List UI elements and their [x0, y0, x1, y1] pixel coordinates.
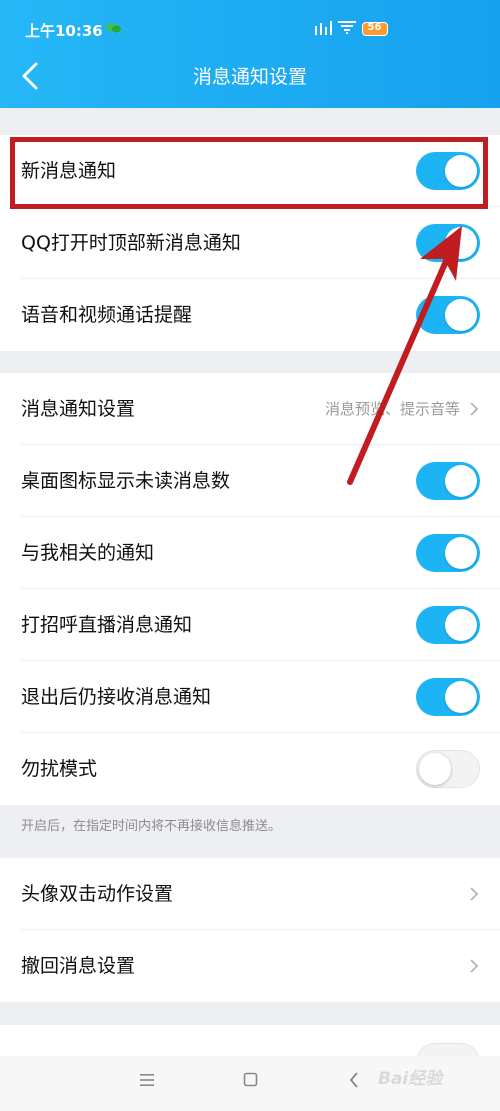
setting-row-notify-settings[interactable]: 消息通知设置 消息预览、提示音等 — [0, 373, 500, 445]
top-banner-toggle[interactable] — [416, 224, 480, 262]
notification-group-3: 头像双击动作设置 撤回消息设置 — [0, 858, 500, 1002]
badge-count-toggle[interactable] — [416, 462, 480, 500]
setting-label: 撤回消息设置 — [21, 955, 136, 977]
related-notify-toggle[interactable] — [416, 534, 480, 572]
page-title: 消息通知设置 — [192, 66, 307, 88]
setting-row-call-reminder: 语音和视频通话提醒 — [0, 279, 500, 351]
watermark: Bai经验 — [378, 1069, 443, 1089]
chevron-right-icon — [470, 887, 479, 901]
notification-group-2: 消息通知设置 消息预览、提示音等 桌面图标显示未读消息数 与我相关的通知 打招呼… — [0, 373, 500, 805]
setting-label: QQ打开时顶部新消息通知 — [21, 232, 241, 254]
setting-label: 消息通知设置 — [21, 398, 136, 420]
setting-row-do-not-disturb: 勿扰模式 — [0, 733, 500, 805]
setting-row-avatar-double-tap[interactable]: 头像双击动作设置 — [0, 858, 500, 930]
signal-icon — [315, 21, 332, 35]
setting-value: 消息预览、提示音等 — [324, 400, 460, 418]
setting-label: 头像双击动作设置 — [21, 883, 174, 905]
header: 上午10:36 56 消息通知设置 — [0, 0, 500, 108]
dnd-hint-text: 开启后，在指定时间内将不再接收信息推送。 — [21, 819, 282, 834]
back-icon[interactable] — [348, 1071, 360, 1089]
setting-label: 桌面图标显示未读消息数 — [21, 470, 231, 492]
setting-row-badge-count: 桌面图标显示未读消息数 — [0, 445, 500, 517]
setting-label: 退出后仍接收消息通知 — [21, 686, 212, 708]
setting-label: 打招呼直播消息通知 — [21, 614, 193, 636]
battery-icon: 56 — [362, 22, 388, 36]
chevron-right-icon — [470, 402, 479, 416]
status-bar: 上午10:36 56 — [0, 0, 500, 46]
live-greeting-toggle[interactable] — [416, 606, 480, 644]
menu-icon[interactable] — [138, 1072, 156, 1088]
annotation-highlight-box — [10, 137, 488, 209]
receive-after-exit-toggle[interactable] — [416, 678, 480, 716]
setting-row-top-banner: QQ打开时顶部新消息通知 — [0, 207, 500, 279]
setting-row-live-greeting: 打招呼直播消息通知 — [0, 589, 500, 661]
battery-level: 56 — [367, 22, 382, 33]
wifi-icon — [338, 21, 356, 34]
setting-row-recall-message[interactable]: 撤回消息设置 — [0, 930, 500, 1002]
setting-row-receive-after-exit: 退出后仍接收消息通知 — [0, 661, 500, 733]
chevron-right-icon — [470, 959, 479, 973]
wechat-notification-icon — [106, 23, 122, 34]
status-time: 上午10:36 — [25, 22, 103, 40]
call-reminder-toggle[interactable] — [416, 296, 480, 334]
setting-row-related-notify: 与我相关的通知 — [0, 517, 500, 589]
setting-label: 语音和视频通话提醒 — [21, 304, 193, 326]
setting-label: 勿扰模式 — [21, 758, 98, 780]
do-not-disturb-toggle[interactable] — [416, 750, 480, 788]
setting-label: 与我相关的通知 — [21, 542, 155, 564]
home-icon[interactable] — [243, 1072, 258, 1087]
